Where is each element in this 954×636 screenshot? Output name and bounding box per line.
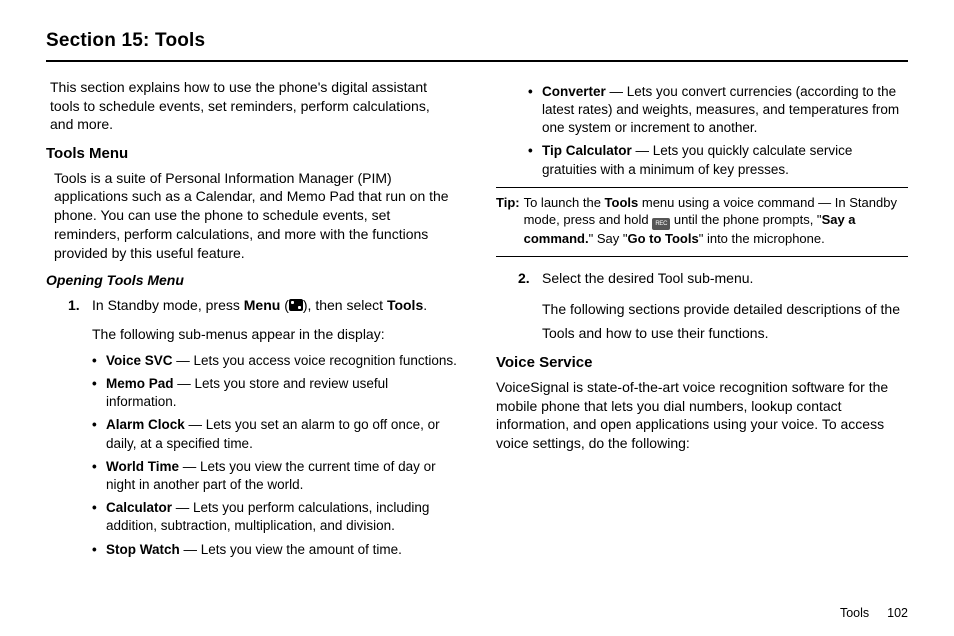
text: " Say " (589, 231, 628, 246)
bullet-title: Alarm Clock (106, 417, 185, 432)
opening-tools-menu-heading: Opening Tools Menu (46, 271, 458, 290)
right-column: • Converter — Lets you convert currencie… (496, 78, 908, 564)
bullet-title: Voice SVC (106, 353, 173, 368)
bullet-title: Stop Watch (106, 542, 180, 557)
submenu-bullet-list: • Voice SVC — Lets you access voice reco… (92, 352, 458, 559)
bullet-dot: • (92, 375, 106, 411)
menu-icon (289, 299, 303, 311)
go-to-tools-bold: Go to Tools (627, 231, 698, 246)
text: " into the microphone. (699, 231, 825, 246)
page-footer: Tools 102 (840, 605, 908, 622)
step-1: 1. In Standby mode, press Menu ( ), then … (68, 296, 458, 315)
record-key-icon: REC (652, 218, 670, 230)
bullet-desc: — Lets you access voice recognition func… (173, 353, 457, 368)
text: . (423, 297, 427, 313)
text: ), then select (303, 297, 387, 313)
bullet-converter: • Converter — Lets you convert currencie… (528, 83, 908, 138)
bullet-title: World Time (106, 459, 179, 474)
page: Section 15: Tools This section explains … (0, 0, 954, 636)
bullet-dot: • (92, 458, 106, 494)
bullet-alarm-clock: • Alarm Clock — Lets you set an alarm to… (92, 416, 458, 452)
section-title: Section 15: Tools (46, 28, 908, 62)
bullet-dot: • (528, 83, 542, 138)
tip-label: Tip: (496, 194, 520, 248)
step-2: 2. Select the desired Tool sub-menu. (518, 269, 908, 288)
bullet-title: Tip Calculator (542, 143, 632, 158)
tip-text: To launch the Tools menu using a voice c… (524, 194, 908, 248)
bullet-title: Calculator (106, 500, 172, 515)
intro-paragraph: This section explains how to use the pho… (46, 78, 458, 135)
text: To launch the (524, 195, 605, 210)
tools-menu-heading: Tools Menu (46, 144, 458, 164)
bullet-calculator: • Calculator — Lets you perform calculat… (92, 499, 458, 535)
voice-service-body: VoiceSignal is state-of-the-art voice re… (496, 378, 908, 454)
tools-label: Tools (387, 297, 423, 313)
bullet-title: Memo Pad (106, 376, 174, 391)
tip-box: Tip: To launch the Tools menu using a vo… (496, 187, 908, 257)
tools-menu-body: Tools is a suite of Personal Information… (46, 169, 458, 263)
two-column-layout: This section explains how to use the pho… (46, 78, 908, 564)
submenu-intro-line: The following sub-menus appear in the di… (92, 325, 458, 344)
step-number: 2. (518, 269, 542, 288)
bullet-desc: — Lets you view the amount of time. (180, 542, 402, 557)
bullet-voice-svc: • Voice SVC — Lets you access voice reco… (92, 352, 458, 370)
bullet-dot: • (92, 541, 106, 559)
bullet-dot: • (92, 499, 106, 535)
bullet-tip-calculator: • Tip Calculator — Lets you quickly calc… (528, 142, 908, 178)
submenu-bullet-list-continued: • Converter — Lets you convert currencie… (528, 83, 908, 179)
voice-service-heading: Voice Service (496, 353, 908, 373)
step-2-followup: The following sections provide detailed … (542, 298, 908, 346)
text: ( (280, 297, 289, 313)
bullet-dot: • (92, 416, 106, 452)
bullet-memo-pad: • Memo Pad — Lets you store and review u… (92, 375, 458, 411)
bullet-world-time: • World Time — Lets you view the current… (92, 458, 458, 494)
step-text: Select the desired Tool sub-menu. (542, 269, 908, 288)
footer-page-number: 102 (887, 606, 908, 620)
left-column: This section explains how to use the pho… (46, 78, 458, 564)
bullet-dot: • (528, 142, 542, 178)
text: until the phone prompts, " (670, 212, 821, 227)
menu-label: Menu (244, 297, 281, 313)
bullet-title: Converter (542, 84, 606, 99)
tools-bold: Tools (605, 195, 639, 210)
footer-section-name: Tools (840, 606, 869, 620)
step-number: 1. (68, 296, 92, 315)
text: In Standby mode, press (92, 297, 244, 313)
bullet-stop-watch: • Stop Watch — Lets you view the amount … (92, 541, 458, 559)
step-text: In Standby mode, press Menu ( ), then sel… (92, 296, 458, 315)
bullet-dot: • (92, 352, 106, 370)
